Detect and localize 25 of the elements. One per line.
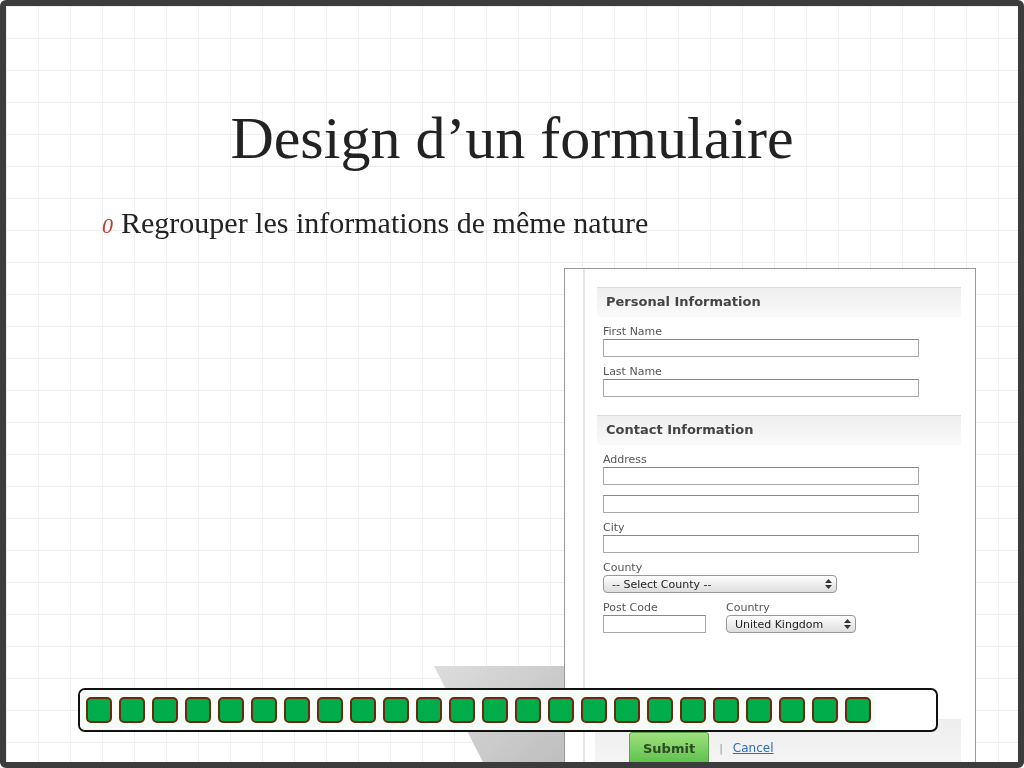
separator-text: | (719, 741, 723, 755)
submit-button[interactable]: Submit (629, 731, 710, 762)
section-heading: Personal Information (597, 287, 961, 317)
text-field[interactable] (603, 615, 706, 633)
field-label: Address (603, 453, 648, 466)
cancel-link[interactable]: Cancel (732, 741, 774, 755)
field-label: County (603, 561, 644, 574)
stepper-icon (824, 578, 833, 590)
select-dropdown[interactable]: -- Select County -- (603, 575, 837, 593)
text-field[interactable] (603, 535, 919, 553)
field-label: First Name (603, 325, 664, 338)
text-field[interactable] (603, 339, 919, 357)
field-label: Country (726, 601, 771, 614)
field-label: City (603, 521, 626, 534)
slide-title: Design d’un formulaire (229, 104, 795, 173)
field-label: Post Code (603, 601, 659, 614)
bullet-text: Regrouper les informations de même nature (121, 206, 649, 240)
text-field[interactable] (603, 467, 919, 485)
field-label: Last Name (603, 365, 663, 378)
section-heading: Contact Information (597, 415, 961, 445)
select-dropdown[interactable]: United Kingdom (726, 615, 856, 633)
text-field[interactable] (603, 495, 919, 513)
stepper-icon (843, 618, 852, 630)
bullet-marker: 0 (102, 213, 113, 239)
text-field[interactable] (603, 379, 919, 397)
